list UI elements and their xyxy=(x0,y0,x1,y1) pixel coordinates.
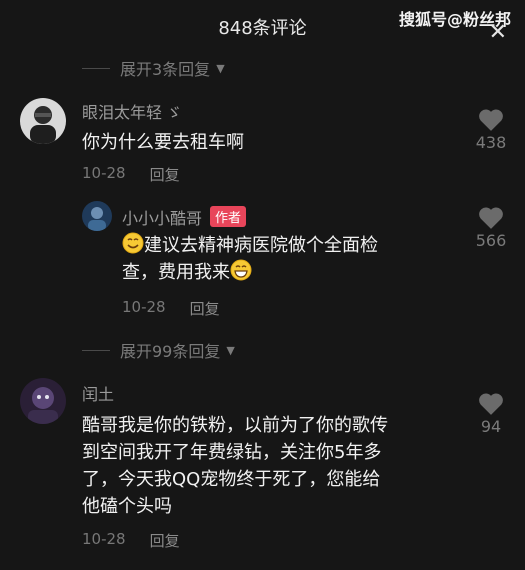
expand-replies-label: 展开99条回复 xyxy=(120,342,221,361)
comment-text: 你为什么要去租车啊 xyxy=(82,132,244,153)
like-count: 566 xyxy=(475,231,507,250)
comment-author[interactable]: 闰土 xyxy=(82,381,114,405)
comment-text-line: 他磕个头吗 xyxy=(82,496,172,517)
reply-author[interactable]: 小小小酷哥 作者 xyxy=(122,205,247,229)
reply-date: 10-28 xyxy=(122,298,166,316)
comment-meta: 10-28 回复 xyxy=(82,164,180,185)
expand-replies-label: 展开3条回复 xyxy=(120,60,211,79)
avatar[interactable] xyxy=(82,201,112,231)
reply-text-line: 查，费用我来 xyxy=(122,262,230,283)
reply-button[interactable]: 回复 xyxy=(150,164,180,185)
chevron-down-icon: ▼ xyxy=(226,343,235,357)
heart-icon xyxy=(479,207,503,229)
like-button[interactable]: 438 xyxy=(467,108,515,152)
divider xyxy=(82,67,110,69)
reply-meta: 10-28 回复 xyxy=(122,298,220,319)
like-button[interactable]: 94 xyxy=(467,392,515,436)
smile-emoji xyxy=(122,232,144,254)
divider xyxy=(82,349,110,351)
like-count: 94 xyxy=(480,417,502,436)
comment-text-line: 到空间我开了年费绿钻，关注你5年多 xyxy=(82,442,382,463)
comment-text-line: 了，今天我QQ宠物终于死了，您能给 xyxy=(82,469,381,490)
avatar[interactable] xyxy=(20,378,66,424)
reply-text-line: 建议去精神病医院做个全面检 xyxy=(144,235,378,256)
expand-replies-mid[interactable]: 展开99条回复 ▼ xyxy=(82,338,235,362)
comment-text-line: 酷哥我是你的铁粉，以前为了你的歌传 xyxy=(82,415,388,436)
reply-button[interactable]: 回复 xyxy=(150,530,180,551)
grin-emoji xyxy=(230,259,252,281)
comment-date: 10-28 xyxy=(82,530,126,548)
heart-icon xyxy=(479,109,503,131)
reply-text: 建议去精神病医院做个全面检 查，费用我来 xyxy=(122,232,452,286)
comment-text: 酷哥我是你的铁粉，以前为了你的歌传 到空间我开了年费绿钻，关注你5年多 了，今天… xyxy=(82,412,388,520)
reply-button[interactable]: 回复 xyxy=(190,298,220,319)
comment-date: 10-28 xyxy=(82,164,126,182)
author-badge: 作者 xyxy=(210,206,247,227)
avatar[interactable] xyxy=(20,98,66,144)
comment-author[interactable]: 眼泪太年轻ゞ xyxy=(82,99,182,123)
like-count: 438 xyxy=(475,133,507,152)
chevron-down-icon: ▼ xyxy=(216,61,225,75)
like-button[interactable]: 566 xyxy=(467,206,515,250)
comment-meta: 10-28 回复 xyxy=(82,530,180,551)
heart-icon xyxy=(479,393,503,415)
close-icon[interactable]: ✕ xyxy=(489,22,507,44)
expand-replies-top[interactable]: 展开3条回复 ▼ xyxy=(82,56,225,80)
